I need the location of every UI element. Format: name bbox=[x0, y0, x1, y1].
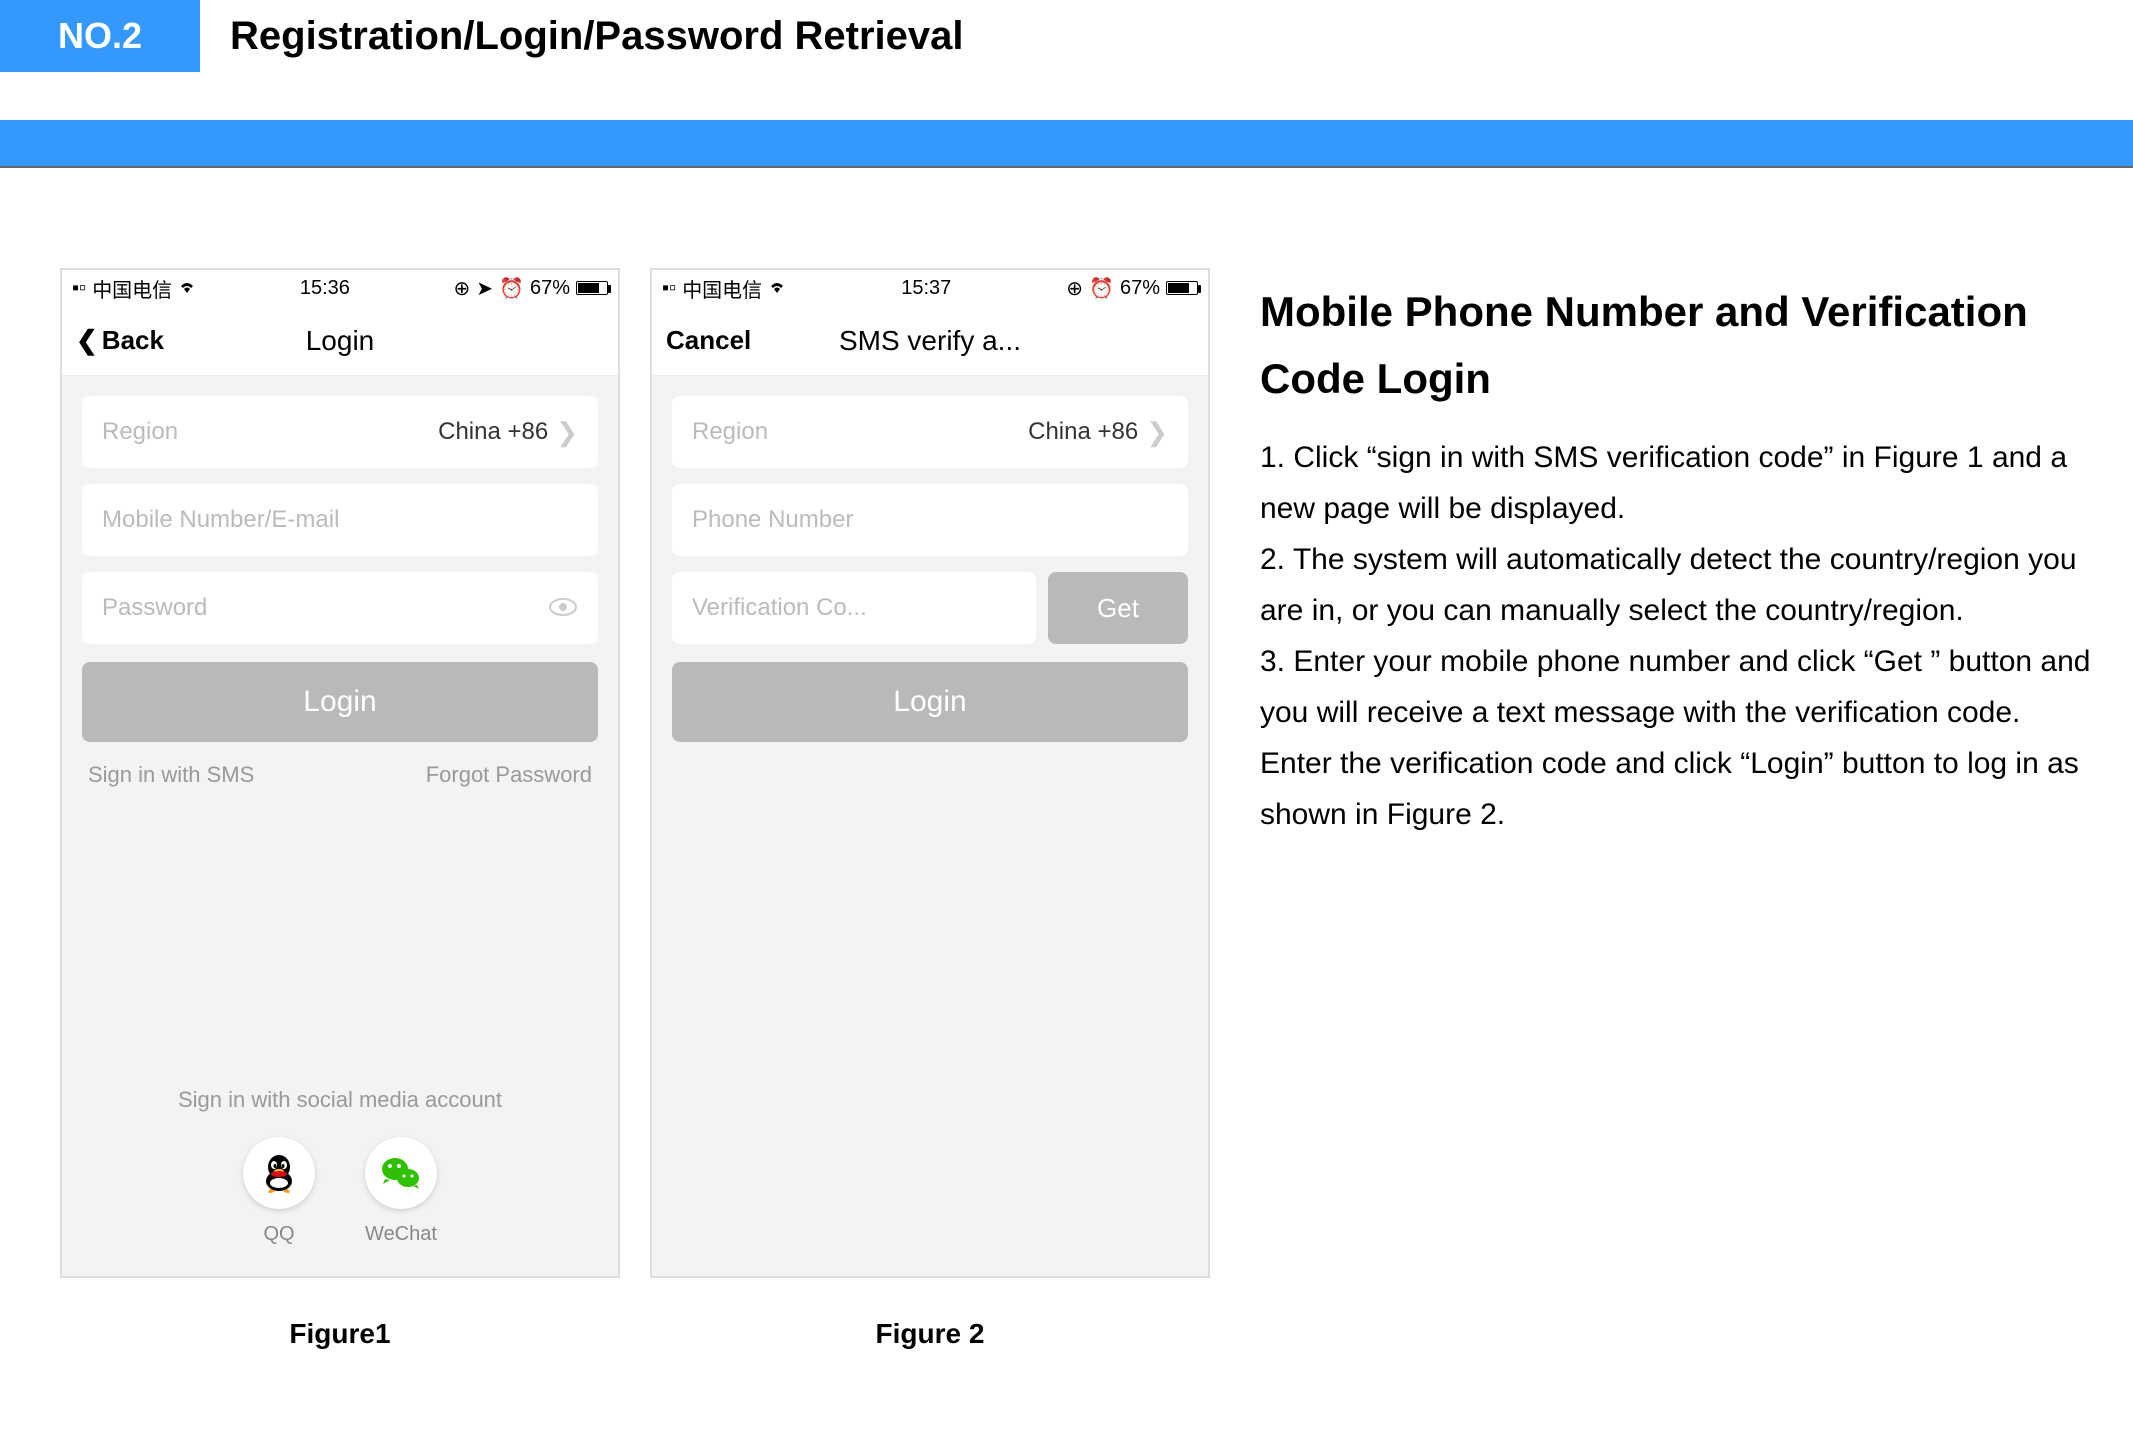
sms-form: Region China +86 ❯ Phone Number Verifica… bbox=[652, 376, 1208, 762]
region-label: Region bbox=[692, 418, 768, 446]
step-3: 3. Enter your mobile phone number and cl… bbox=[1260, 636, 2093, 840]
mobile-placeholder: Mobile Number/E-mail bbox=[102, 506, 339, 534]
password-input[interactable]: Password bbox=[82, 572, 598, 644]
figure2-caption: Figure 2 bbox=[876, 1318, 985, 1350]
chevron-right-icon: ❯ bbox=[556, 417, 578, 448]
clock: 15:36 bbox=[300, 277, 350, 300]
code-placeholder: Verification Co... bbox=[692, 594, 867, 622]
verification-code-input[interactable]: Verification Co... bbox=[672, 572, 1036, 644]
clock: 15:37 bbox=[901, 277, 951, 300]
status-bar: ▪▫ 中国电信 15:37 ⊕ ⏰ 67% bbox=[652, 270, 1208, 306]
region-selector[interactable]: Region China +86 ❯ bbox=[82, 396, 598, 468]
secondary-links: Sign in with SMS Forgot Password bbox=[82, 742, 598, 808]
phone-placeholder: Phone Number bbox=[692, 506, 853, 534]
phone-mock-2: ▪▫ 中国电信 15:37 ⊕ ⏰ 67% Cance bbox=[650, 268, 1210, 1278]
nav-bar: ❮ Back Login bbox=[62, 306, 618, 376]
screen-title: Login bbox=[306, 325, 375, 357]
carrier-label: 中国电信 bbox=[92, 274, 172, 303]
wechat-login[interactable]: WeChat bbox=[365, 1137, 437, 1246]
chevron-left-icon: ❮ bbox=[76, 325, 98, 356]
back-button[interactable]: ❮ Back bbox=[76, 325, 164, 356]
instructions-column: Mobile Phone Number and Verification Cod… bbox=[1260, 268, 2093, 1350]
wechat-label: WeChat bbox=[365, 1223, 437, 1246]
screen-title: SMS verify a... bbox=[839, 325, 1021, 357]
region-value: China +86 bbox=[438, 418, 548, 446]
mobile-email-input[interactable]: Mobile Number/E-mail bbox=[82, 484, 598, 556]
instructions-title: Mobile Phone Number and Verification Cod… bbox=[1260, 278, 2093, 412]
alarm-icon: ⏰ bbox=[1089, 276, 1114, 301]
figure2-wrap: ▪▫ 中国电信 15:37 ⊕ ⏰ 67% Cance bbox=[650, 268, 1210, 1350]
screenshots-column: ▪▫ 中国电信 15:36 ⊕ ➤ ⏰ 67% bbox=[60, 268, 1210, 1350]
get-code-button[interactable]: Get bbox=[1048, 572, 1188, 644]
battery-percent: 67% bbox=[1120, 277, 1160, 300]
login-form: Region China +86 ❯ Mobile Number/E-mail … bbox=[62, 376, 618, 828]
instructions-body: 1. Click “sign in with SMS verification … bbox=[1260, 432, 2093, 840]
page-title: Registration/Login/Password Retrieval bbox=[230, 14, 964, 59]
show-password-icon[interactable] bbox=[548, 593, 578, 624]
location-icon: ➤ bbox=[476, 276, 493, 301]
status-bar: ▪▫ 中国电信 15:36 ⊕ ➤ ⏰ 67% bbox=[62, 270, 618, 306]
wechat-icon bbox=[365, 1137, 437, 1209]
cancel-button[interactable]: Cancel bbox=[666, 325, 751, 356]
carrier-label: 中国电信 bbox=[682, 274, 762, 303]
step-2: 2. The system will automatically detect … bbox=[1260, 534, 2093, 636]
battery-icon bbox=[576, 281, 608, 295]
phone-number-input[interactable]: Phone Number bbox=[672, 484, 1188, 556]
section-number-badge: NO.2 bbox=[0, 0, 200, 72]
header: NO.2 Registration/Login/Password Retriev… bbox=[0, 0, 2133, 72]
region-label: Region bbox=[102, 418, 178, 446]
signal-icon: ▪▫ bbox=[662, 277, 676, 300]
qq-icon bbox=[243, 1137, 315, 1209]
orientation-lock-icon: ⊕ bbox=[454, 276, 471, 301]
nav-bar: Cancel SMS verify a... bbox=[652, 306, 1208, 376]
region-selector[interactable]: Region China +86 ❯ bbox=[672, 396, 1188, 468]
battery-icon bbox=[1166, 281, 1198, 295]
phone-mock-1: ▪▫ 中国电信 15:36 ⊕ ➤ ⏰ 67% bbox=[60, 268, 620, 1278]
social-title: Sign in with social media account bbox=[62, 1087, 618, 1113]
wifi-icon bbox=[768, 277, 786, 300]
orientation-lock-icon: ⊕ bbox=[1066, 276, 1083, 301]
sign-in-sms-link[interactable]: Sign in with SMS bbox=[88, 762, 254, 788]
login-button[interactable]: Login bbox=[82, 662, 598, 742]
wifi-icon bbox=[178, 277, 196, 300]
divider-bar bbox=[0, 120, 2133, 168]
login-button[interactable]: Login bbox=[672, 662, 1188, 742]
signal-icon: ▪▫ bbox=[72, 277, 86, 300]
social-login-section: Sign in with social media account QQ bbox=[62, 1087, 618, 1246]
battery-percent: 67% bbox=[530, 277, 570, 300]
forgot-password-link[interactable]: Forgot Password bbox=[426, 762, 592, 788]
password-placeholder: Password bbox=[102, 594, 207, 622]
back-label: Back bbox=[102, 325, 164, 356]
qq-label: QQ bbox=[263, 1223, 294, 1246]
step-1: 1. Click “sign in with SMS verification … bbox=[1260, 432, 2093, 534]
figure1-wrap: ▪▫ 中国电信 15:36 ⊕ ➤ ⏰ 67% bbox=[60, 268, 620, 1350]
content-area: ▪▫ 中国电信 15:36 ⊕ ➤ ⏰ 67% bbox=[0, 168, 2133, 1350]
figure1-caption: Figure1 bbox=[289, 1318, 390, 1350]
chevron-right-icon: ❯ bbox=[1146, 417, 1168, 448]
qq-login[interactable]: QQ bbox=[243, 1137, 315, 1246]
region-value: China +86 bbox=[1028, 418, 1138, 446]
alarm-icon: ⏰ bbox=[499, 276, 524, 301]
